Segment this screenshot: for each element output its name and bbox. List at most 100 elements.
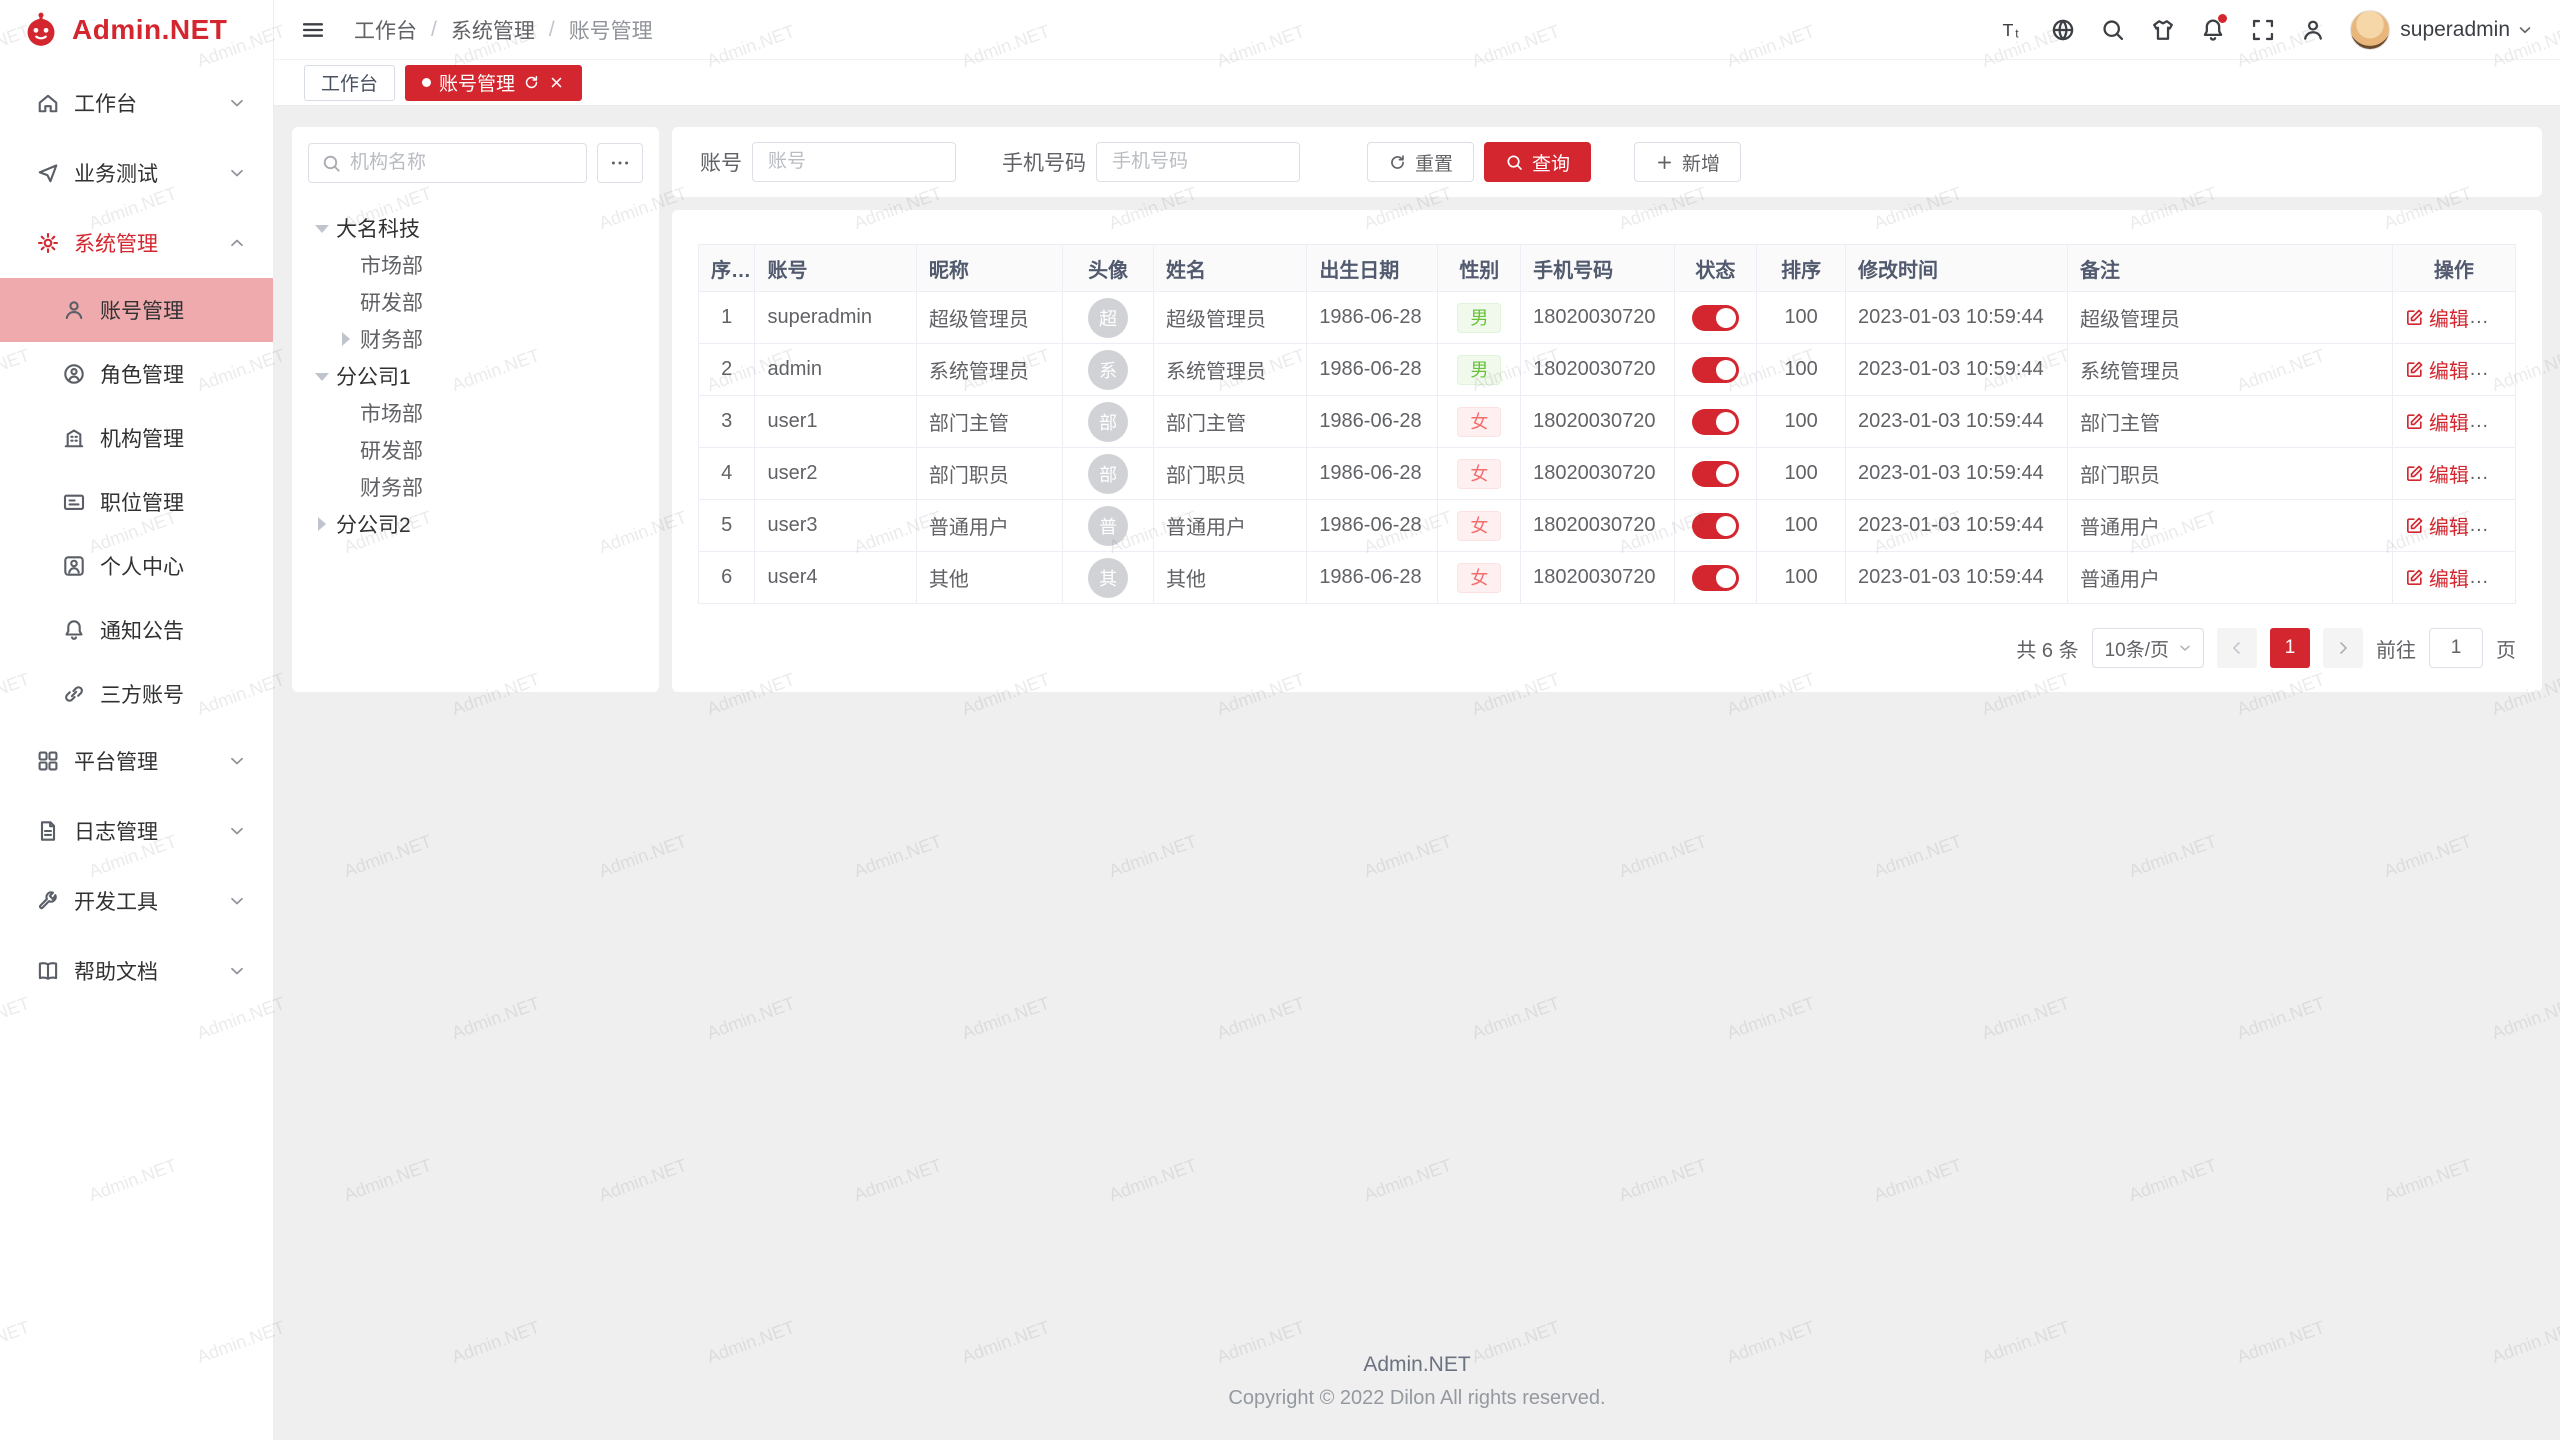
caret-right-icon[interactable]: [332, 325, 360, 353]
sidebar-item-account-management[interactable]: 账号管理: [0, 278, 273, 342]
sidebar-item-label: 三方账号: [100, 679, 247, 709]
breadcrumb-separator: /: [431, 18, 437, 42]
breadcrumb-item-2[interactable]: 账号管理: [569, 15, 653, 45]
sidebar-item-position-management[interactable]: 职位管理: [0, 470, 273, 534]
cell-name: 部门职员: [1153, 448, 1306, 500]
table-row: 2admin系统管理员系系统管理员1986-06-28男180200307201…: [699, 344, 2516, 396]
hamburger-icon: [300, 17, 326, 43]
status-toggle[interactable]: [1692, 305, 1739, 331]
caret-down-icon[interactable]: [308, 214, 336, 242]
edit-button[interactable]: 编辑: [2405, 303, 2469, 332]
cell-seq: 3: [699, 396, 755, 448]
org-search-input[interactable]: [350, 152, 574, 174]
cell-gender: 女: [1438, 448, 1521, 500]
reset-button[interactable]: 重置: [1367, 142, 1474, 182]
sidebar-item-platform-management[interactable]: 平台管理: [0, 726, 273, 796]
theme-button[interactable]: [2140, 7, 2186, 53]
breadcrumb-item-0[interactable]: 工作台: [354, 15, 417, 45]
status-toggle[interactable]: [1692, 409, 1739, 435]
cell-avatar: 部: [1063, 448, 1154, 500]
tag-workbench[interactable]: 工作台: [304, 65, 395, 101]
status-toggle[interactable]: [1692, 565, 1739, 591]
status-toggle[interactable]: [1692, 357, 1739, 383]
sidebar-item-help-docs[interactable]: 帮助文档: [0, 936, 273, 1006]
sidebar-item-system-management[interactable]: 系统管理: [0, 208, 273, 278]
sidebar: Admin.NET 工作台 业务测试 系统管理 账号管理 角色管理: [0, 0, 274, 1440]
breadcrumb-item-1[interactable]: 系统管理: [451, 15, 535, 45]
column-header-1: 账号: [755, 245, 916, 292]
chevron-down-icon: [227, 961, 247, 981]
cell-status: [1674, 292, 1757, 344]
row-avatar: 部: [1088, 454, 1128, 494]
sidebar-item-third-party-account[interactable]: 三方账号: [0, 662, 273, 726]
account-label: 账号: [700, 147, 742, 177]
sidebar-item-dev-tools[interactable]: 开发工具: [0, 866, 273, 936]
tree-node[interactable]: 财务部: [308, 320, 643, 357]
close-icon[interactable]: [548, 74, 565, 91]
tag-account-management[interactable]: 账号管理: [405, 65, 582, 101]
footer-title: Admin.NET: [292, 1353, 2542, 1377]
cell-status: [1674, 500, 1757, 552]
position-icon: [62, 490, 86, 514]
plus-icon: [1655, 153, 1674, 172]
row-avatar: 超: [1088, 298, 1128, 338]
page-size-select[interactable]: 10条/页: [2092, 628, 2204, 668]
tree-node[interactable]: 分公司2: [308, 505, 643, 542]
sidebar-item-workbench[interactable]: 工作台: [0, 68, 273, 138]
account-input[interactable]: [752, 142, 956, 182]
user-button[interactable]: [2290, 7, 2336, 53]
cell-account: user2: [755, 448, 916, 500]
sidebar-item-org-management[interactable]: 机构管理: [0, 406, 273, 470]
cell-status: [1674, 552, 1757, 604]
tree-node[interactable]: 市场部: [308, 394, 643, 431]
collapse-menu-button[interactable]: [290, 7, 336, 53]
fullscreen-button[interactable]: [2240, 7, 2286, 53]
bell-button[interactable]: [2190, 7, 2236, 53]
edit-button[interactable]: 编辑: [2405, 511, 2469, 540]
sidebar-item-notice[interactable]: 通知公告: [0, 598, 273, 662]
cell-gender: 女: [1438, 500, 1521, 552]
user-dropdown[interactable]: superadmin: [2400, 18, 2534, 42]
search-button[interactable]: 查询: [1484, 142, 1591, 182]
sidebar-item-log-management[interactable]: 日志管理: [0, 796, 273, 866]
column-header-4: 姓名: [1153, 245, 1306, 292]
tree-more-button[interactable]: [597, 143, 643, 183]
sidebar-item-role-management[interactable]: 角色管理: [0, 342, 273, 406]
sidebar-item-personal-center[interactable]: 个人中心: [0, 534, 273, 598]
tree-node[interactable]: 财务部: [308, 468, 643, 505]
cell-status: [1674, 448, 1757, 500]
sidebar-item-business-test[interactable]: 业务测试: [0, 138, 273, 208]
page-1-button[interactable]: 1: [2270, 628, 2310, 668]
next-page-button[interactable]: [2323, 628, 2363, 668]
caret-right-icon[interactable]: [308, 510, 336, 538]
prev-page-button[interactable]: [2217, 628, 2257, 668]
tree-node[interactable]: 研发部: [308, 431, 643, 468]
edit-button[interactable]: 编辑: [2405, 407, 2469, 436]
user-icon: [2300, 17, 2326, 43]
caret-down-icon[interactable]: [308, 362, 336, 390]
font-size-button[interactable]: Tt: [1990, 7, 2036, 53]
app-logo[interactable]: Admin.NET: [0, 0, 273, 60]
edit-button[interactable]: 编辑: [2405, 563, 2469, 592]
tree-node[interactable]: 市场部: [308, 246, 643, 283]
font-size-icon: Tt: [2000, 17, 2026, 43]
reset-button-label: 重置: [1415, 149, 1453, 176]
phone-input[interactable]: [1096, 142, 1300, 182]
globe-button[interactable]: [2040, 7, 2086, 53]
org-search-field[interactable]: [308, 143, 587, 183]
add-button[interactable]: 新增: [1634, 142, 1741, 182]
tree-node[interactable]: 研发部: [308, 283, 643, 320]
cell-phone: 18020030720: [1521, 500, 1674, 552]
tree-node[interactable]: 大名科技: [308, 209, 643, 246]
goto-page-input[interactable]: [2429, 628, 2483, 668]
edit-button[interactable]: 编辑: [2405, 355, 2469, 384]
tree-node[interactable]: 分公司1: [308, 357, 643, 394]
edit-button[interactable]: 编辑: [2405, 459, 2469, 488]
tree-node-label: 市场部: [360, 250, 423, 280]
user-avatar[interactable]: [2350, 10, 2390, 50]
search-button[interactable]: [2090, 7, 2136, 53]
refresh-icon[interactable]: [523, 74, 540, 91]
status-toggle[interactable]: [1692, 513, 1739, 539]
status-toggle[interactable]: [1692, 461, 1739, 487]
breadcrumb: 工作台/系统管理/账号管理: [354, 15, 1984, 45]
